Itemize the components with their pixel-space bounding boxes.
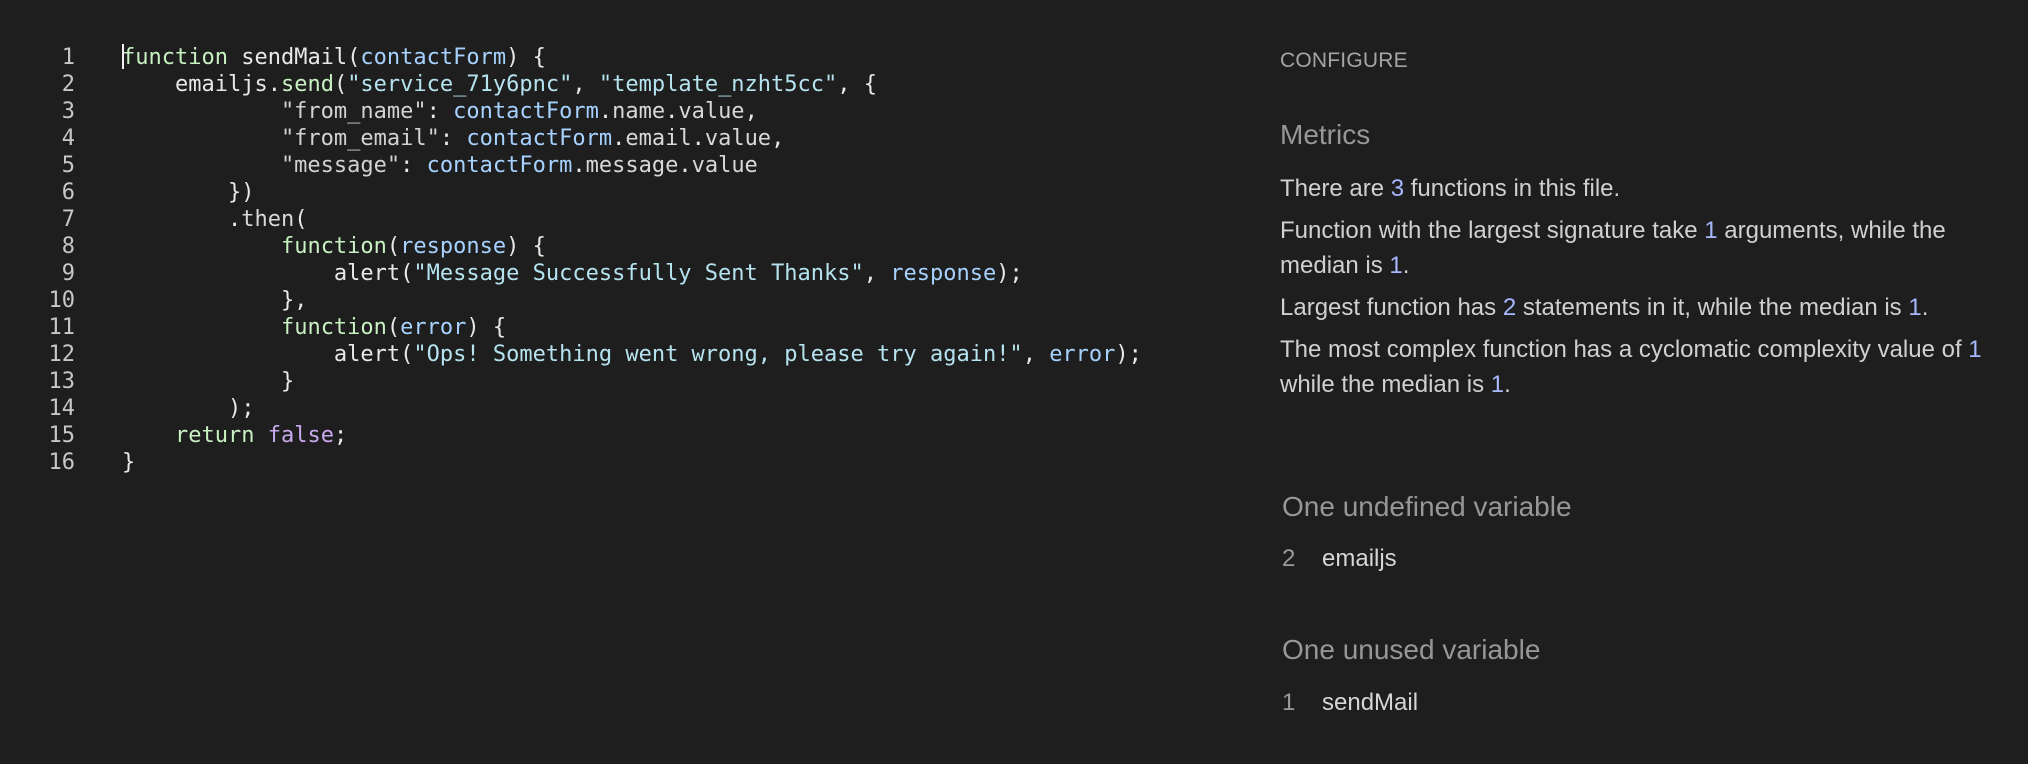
code-editor[interactable]: 1 function sendMail(contactForm) { 2 emai…	[0, 44, 1230, 544]
variable-name: sendMail	[1322, 689, 1419, 716]
metric-cyclomatic-complexity: The most complex function has a cyclomat…	[1280, 336, 1982, 398]
line-number: 11	[48, 315, 76, 340]
code-text: }	[122, 369, 295, 394]
line-number: 1	[61, 45, 75, 70]
undefined-variables-heading: One undefined variable	[1282, 491, 1572, 522]
configure-link[interactable]: CONFIGURE	[1280, 49, 1408, 73]
line-number: 13	[48, 369, 76, 394]
line-number: 14	[48, 396, 76, 421]
metrics-heading: Metrics	[1280, 119, 1371, 150]
line-number: 7	[61, 207, 75, 232]
line-number: 6	[61, 180, 75, 205]
line-number: 5	[61, 153, 75, 178]
line-number: 3	[61, 99, 75, 124]
variable-line-number: 2	[1282, 545, 1296, 572]
line-number: 10	[48, 288, 76, 313]
line-number: 8	[61, 234, 75, 259]
variable-name: emailjs	[1322, 545, 1397, 572]
code-text: function sendMail(contactForm) {	[122, 44, 546, 70]
line-number: 15	[48, 423, 76, 448]
metric-statement-count: Largest function has 2 statements in it,…	[1280, 294, 1929, 321]
code-text: function(response) {	[280, 234, 546, 259]
undefined-variable-item[interactable]: 2 emailjs	[1282, 544, 1397, 574]
line-number: 16	[48, 450, 76, 475]
code-text: alert("Message Successfully Sent Thanks"…	[122, 261, 1023, 286]
metric-function-count: There are 3 functions in this file.	[1280, 175, 1621, 202]
code-text: function(error) {	[280, 315, 507, 340]
line-number: 12	[48, 342, 76, 367]
line-number: 9	[61, 261, 75, 286]
code-text: .then(	[122, 207, 308, 232]
line-number: 2	[61, 72, 75, 97]
code-text: }	[122, 450, 136, 475]
code-text: return false;	[174, 423, 348, 448]
code-text: "message": contactForm.message.value	[122, 153, 758, 178]
code-text: })	[122, 180, 255, 205]
code-text: alert("Ops! Something went wrong, please…	[122, 342, 1142, 367]
code-text: },	[122, 288, 308, 313]
variable-line-number: 1	[1282, 689, 1296, 716]
code-text: );	[122, 396, 255, 421]
code-text: "from_email": contactForm.email.value,	[122, 126, 785, 151]
metric-signature-size: Function with the largest signature take…	[1280, 217, 1946, 279]
line-number: 4	[61, 126, 75, 151]
code-text: "from_name": contactForm.name.value,	[122, 99, 758, 124]
unused-variables-heading: One unused variable	[1282, 634, 1541, 665]
code-text: emailjs.send("service_71y6pnc", "templat…	[122, 72, 878, 97]
unused-variable-item[interactable]: 1 sendMail	[1282, 688, 1418, 718]
